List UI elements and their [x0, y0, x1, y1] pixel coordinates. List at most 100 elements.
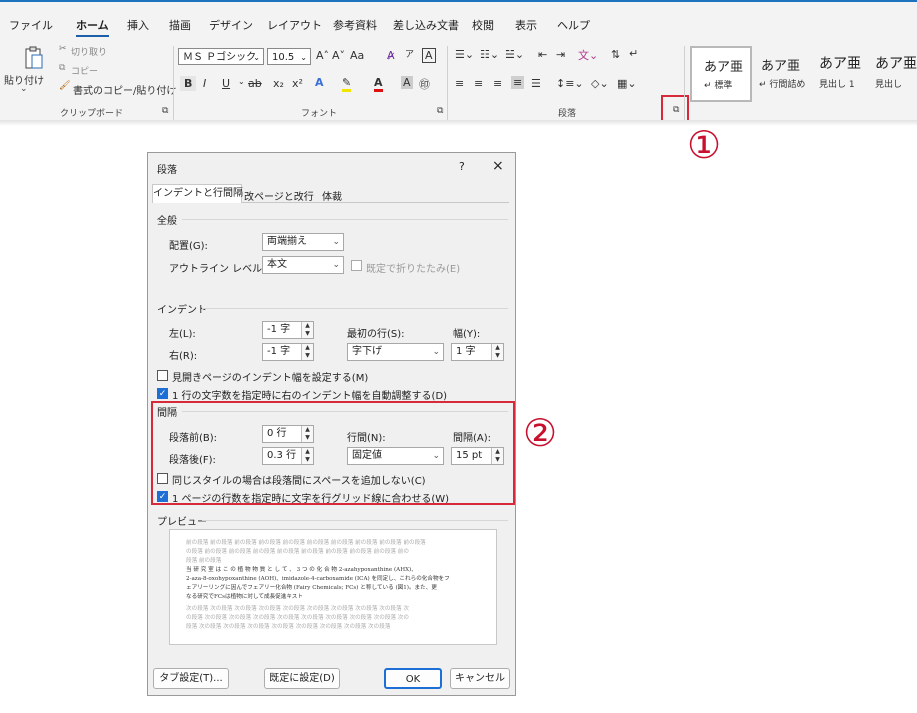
- phonetic-guide-icon[interactable]: ア: [405, 47, 414, 60]
- section-divider: [182, 219, 508, 220]
- indent-heading: インデント: [157, 305, 207, 316]
- decrease-indent-icon[interactable]: ⇤: [538, 48, 547, 61]
- tab-line-page-breaks[interactable]: 改ページと改行: [244, 188, 314, 203]
- tab-asian-typography[interactable]: 体裁: [322, 188, 342, 203]
- paste-dropdown-icon[interactable]: ⌄: [20, 84, 28, 94]
- tab-help[interactable]: ヘルプ: [557, 17, 590, 33]
- style-sample: あア亜: [875, 56, 917, 72]
- preview-prev-line: の段落 前の段落 前の段落 前の段落 前の段落 前の段落 前の段落 前の段落 前…: [186, 549, 409, 555]
- tab-mailings[interactable]: 差し込み文書: [393, 17, 459, 33]
- tab-draw[interactable]: 描画: [169, 17, 191, 33]
- text-effects-icon[interactable]: A: [315, 76, 324, 89]
- preview-current-line: 当 研 究 室 は こ の 植 物 物 質 と し て 、 3 つ の 化 合 …: [186, 567, 417, 573]
- style-name: 見出し 1: [819, 80, 855, 90]
- bullets-icon[interactable]: ☰⌄: [455, 48, 474, 61]
- mirror-indents-checkbox[interactable]: [157, 370, 168, 381]
- increase-indent-icon[interactable]: ⇥: [556, 48, 565, 61]
- title-accent-line: [0, 0, 917, 2]
- group-separator: [684, 46, 685, 122]
- bold-button[interactable]: B: [180, 76, 197, 91]
- font-size-combo[interactable]: 10.5 ⌄: [267, 48, 311, 65]
- section-divider: [202, 520, 508, 521]
- asian-layout-icon[interactable]: 文⌄: [578, 47, 598, 63]
- dialog-title: 段落: [157, 165, 177, 176]
- preview-prev-line: 段落 前の段落: [186, 558, 222, 564]
- shrink-font-icon[interactable]: A˅: [332, 49, 345, 62]
- cut-button[interactable]: 切り取り: [71, 45, 107, 58]
- shading-icon[interactable]: ◇⌄: [591, 77, 609, 90]
- style-name: ↵ 行間詰め: [759, 80, 806, 90]
- preview-current-line: ェアリーリングに因んでフェアリー化合物 (Fairy Chemicals; FC…: [186, 585, 437, 591]
- style-normal[interactable]: あア亜 ↵ 標準: [690, 46, 752, 102]
- tab-home[interactable]: ホーム: [76, 17, 109, 37]
- preview-box: 前の段落 前の段落 前の段落 前の段落 前の段落 前の段落 前の段落 前の段落 …: [169, 529, 497, 645]
- justify-icon[interactable]: ≡: [511, 76, 525, 89]
- tab-indents-spacing[interactable]: インデントと行間隔: [152, 184, 243, 203]
- sort-icon[interactable]: ⇅: [611, 48, 620, 61]
- char-shading-icon[interactable]: A: [401, 76, 413, 89]
- collapse-default-checkbox[interactable]: [351, 260, 362, 271]
- underline-dropdown-icon[interactable]: ⌄: [238, 77, 245, 86]
- first-line-label: 最初の行(S):: [347, 329, 405, 340]
- align-center-icon[interactable]: ≡: [474, 77, 483, 90]
- style-heading[interactable]: あア亜 見出し: [866, 46, 917, 100]
- distributed-icon[interactable]: ☰: [531, 77, 541, 90]
- tab-references[interactable]: 参考資料: [333, 17, 377, 33]
- first-line-select[interactable]: 字下げ ⌄: [347, 343, 444, 361]
- superscript-button[interactable]: x²: [292, 77, 303, 90]
- auto-adjust-indent-checkbox[interactable]: ✓: [157, 388, 168, 399]
- paste-icon[interactable]: [24, 46, 44, 70]
- strikethrough-button[interactable]: ab: [248, 77, 262, 90]
- auto-adjust-indent-label: 1 行の文字数を指定時に右のインデント幅を自動調整する(D): [172, 391, 448, 402]
- font-launcher-icon[interactable]: ⧉: [437, 106, 443, 116]
- font-color-icon[interactable]: A: [374, 76, 383, 92]
- group-separator: [173, 46, 174, 122]
- tab-review[interactable]: 校閲: [472, 17, 494, 33]
- italic-button[interactable]: I: [203, 77, 206, 90]
- copy-button[interactable]: コピー: [71, 64, 98, 77]
- subscript-button[interactable]: x₂: [273, 77, 284, 90]
- tab-layout[interactable]: レイアウト: [267, 17, 322, 33]
- show-marks-icon[interactable]: ↵: [629, 47, 638, 60]
- copy-icon[interactable]: ⧉: [59, 63, 65, 73]
- paragraph-group-label: 段落: [558, 109, 577, 119]
- tab-view[interactable]: 表示: [515, 17, 537, 33]
- format-painter-button[interactable]: 書式のコピー/貼り付け: [73, 82, 176, 97]
- indent-right-spinner[interactable]: -1 字 ▲ ▼: [262, 343, 314, 361]
- tab-insert[interactable]: 挿入: [127, 17, 149, 33]
- outline-level-select[interactable]: 本文 ⌄: [262, 256, 344, 274]
- indent-width-spinner[interactable]: 1 字 ▲ ▼: [451, 343, 504, 361]
- align-left-icon[interactable]: ≡: [455, 77, 464, 90]
- clipboard-group-label: クリップボード: [60, 109, 124, 119]
- help-button[interactable]: ?: [459, 160, 465, 173]
- tabs-button[interactable]: タブ設定(T)...: [153, 668, 229, 689]
- enclose-char-icon[interactable]: ㊞: [419, 76, 430, 92]
- line-spacing-icon[interactable]: ↕≡⌄: [556, 77, 584, 90]
- tab-design[interactable]: デザイン: [209, 17, 253, 33]
- font-name-combo[interactable]: ＭＳ Ｐゴシック ⌄: [178, 48, 264, 65]
- clipboard-launcher-icon[interactable]: ⧉: [162, 106, 168, 116]
- tab-file[interactable]: ファイル: [9, 17, 53, 33]
- style-no-spacing[interactable]: あア亜 ↵ 行間詰め: [752, 46, 811, 100]
- general-heading: 全般: [157, 216, 177, 227]
- clear-format-icon[interactable]: A̷: [387, 49, 395, 62]
- alignment-select[interactable]: 両端揃え ⌄: [262, 233, 344, 251]
- format-painter-icon[interactable]: 🖌: [59, 81, 70, 91]
- highlight-icon[interactable]: ✎: [342, 76, 352, 92]
- borders-icon[interactable]: ▦⌄: [617, 77, 637, 90]
- align-right-icon[interactable]: ≡: [493, 77, 502, 90]
- ok-button[interactable]: OK: [384, 668, 442, 689]
- style-heading-1[interactable]: あア亜 見出し 1: [810, 46, 868, 100]
- set-default-button[interactable]: 既定に設定(D): [264, 668, 340, 689]
- underline-button[interactable]: U: [222, 77, 230, 90]
- indent-left-spinner[interactable]: -1 字 ▲ ▼: [262, 321, 314, 339]
- grow-font-icon[interactable]: A˄: [316, 49, 329, 62]
- numbering-icon[interactable]: ☷⌄: [480, 48, 499, 61]
- callout-2-highlight: [151, 401, 515, 505]
- cancel-button[interactable]: キャンセル: [450, 668, 510, 689]
- close-icon[interactable]: ×: [492, 158, 504, 174]
- cut-icon[interactable]: ✂: [59, 44, 67, 54]
- char-border-icon[interactable]: A: [422, 48, 436, 63]
- multilevel-list-icon[interactable]: ☱⌄: [505, 48, 524, 61]
- change-case-button[interactable]: Aa: [350, 49, 364, 62]
